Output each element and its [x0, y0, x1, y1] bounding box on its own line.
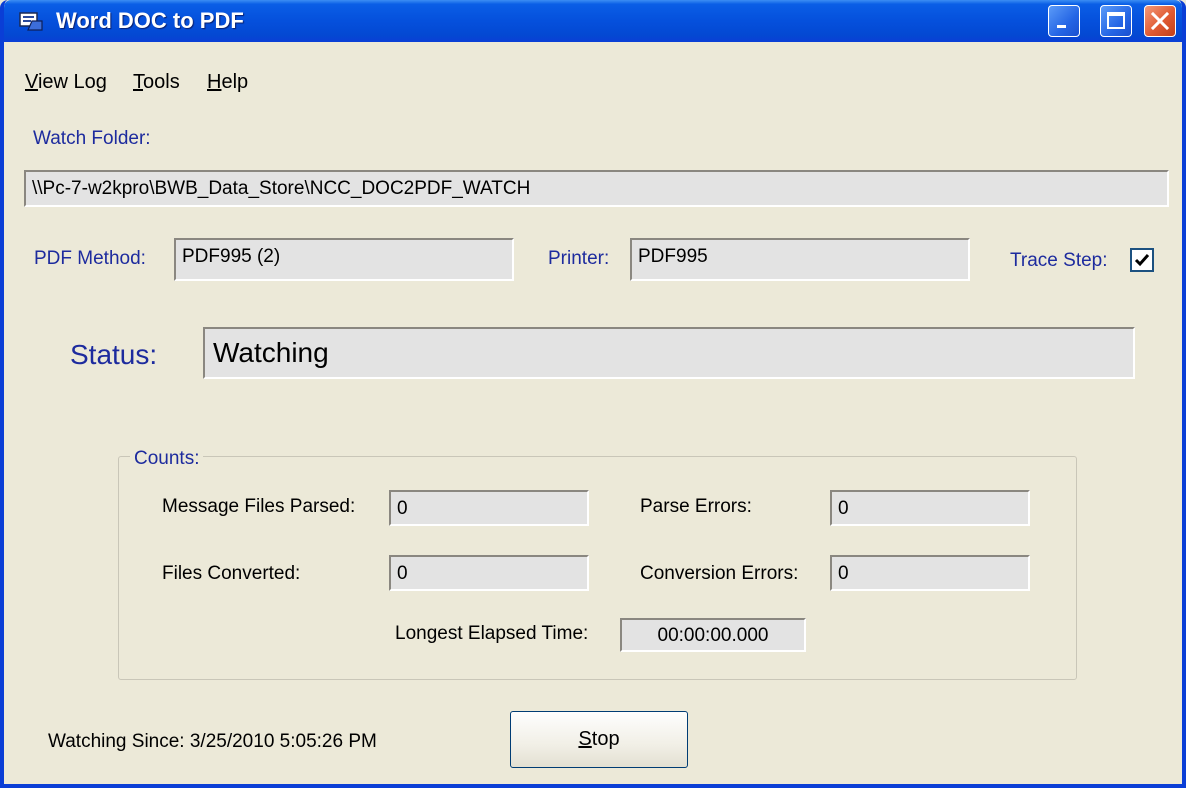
- menu-tools[interactable]: Tools: [133, 70, 180, 94]
- close-button[interactable]: [1144, 5, 1176, 37]
- menu-bar: [4, 42, 1182, 82]
- parse-errors-field[interactable]: 0: [830, 490, 1030, 526]
- printer-field[interactable]: PDF995: [630, 238, 970, 281]
- conversion-errors-field[interactable]: 0: [830, 555, 1030, 591]
- status-label: Status:: [70, 339, 158, 370]
- trace-step-checkbox[interactable]: [1130, 248, 1154, 272]
- counts-group-title: Counts:: [130, 447, 204, 471]
- status-field[interactable]: Watching: [203, 327, 1135, 379]
- files-converted-field[interactable]: 0: [389, 555, 589, 591]
- files-converted-label: Files Converted:: [162, 563, 301, 584]
- menu-help[interactable]: Help: [207, 70, 248, 94]
- checkmark-icon: [1134, 254, 1150, 267]
- watching-since-text: Watching Since: 3/25/2010 5:05:26 PM: [48, 731, 377, 752]
- menu-view-log[interactable]: View Log: [25, 70, 107, 94]
- longest-elapsed-time-label: Longest Elapsed Time:: [395, 623, 589, 644]
- longest-elapsed-time-field[interactable]: 00:00:00.000: [620, 618, 806, 652]
- conversion-errors-label: Conversion Errors:: [640, 563, 799, 584]
- parse-errors-label: Parse Errors:: [640, 496, 752, 517]
- app-icon: [19, 12, 43, 31]
- watch-folder-field[interactable]: \\Pc-7-w2kpro\BWB_Data_Store\NCC_DOC2PDF…: [24, 170, 1169, 207]
- message-files-parsed-field[interactable]: 0: [389, 490, 589, 526]
- close-icon: [1150, 11, 1170, 31]
- pdf-method-field[interactable]: PDF995 (2): [174, 238, 514, 281]
- window-title: Word DOC to PDF: [56, 8, 244, 33]
- minimize-button[interactable]: [1048, 5, 1080, 37]
- watch-folder-label: Watch Folder:: [33, 128, 151, 149]
- maximize-button[interactable]: [1100, 5, 1132, 37]
- title-bar[interactable]: Word DOC to PDF: [4, 0, 1182, 42]
- stop-button[interactable]: Stop: [510, 711, 688, 768]
- trace-step-label: Trace Step:: [1010, 250, 1108, 271]
- printer-label: Printer:: [548, 248, 610, 269]
- minimize-icon: [1057, 25, 1066, 28]
- pdf-method-label: PDF Method:: [34, 248, 146, 269]
- message-files-parsed-label: Message Files Parsed:: [162, 496, 356, 517]
- maximize-icon: [1107, 12, 1125, 29]
